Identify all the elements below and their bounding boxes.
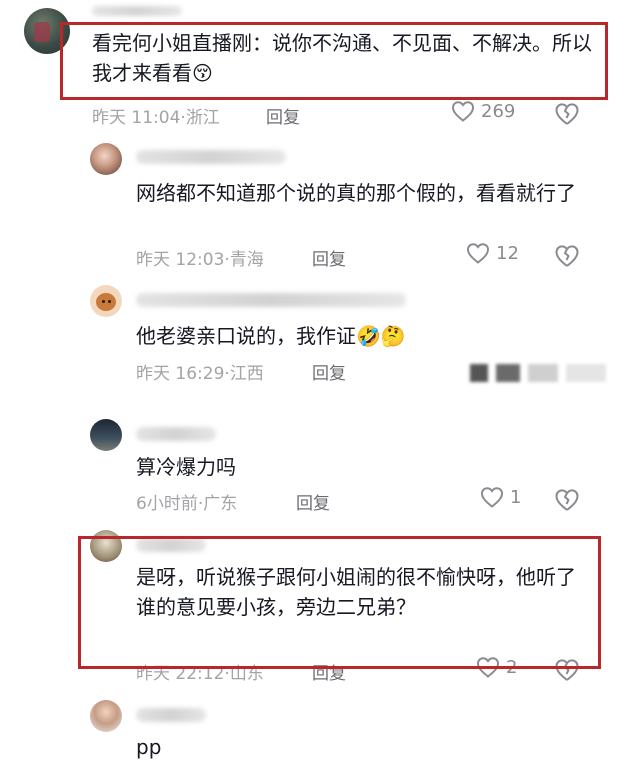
avatar[interactable]	[24, 8, 70, 54]
comment-meta: 昨天 22:12·山东	[136, 659, 264, 684]
heart-outline-icon	[466, 243, 490, 264]
avatar[interactable]	[90, 530, 122, 562]
comment-time: 6小时前	[136, 494, 198, 514]
comment-location: 浙江	[185, 108, 220, 128]
heart-outline-icon	[480, 487, 504, 508]
username-blurred[interactable]	[136, 538, 206, 552]
obscured-overlay	[470, 364, 606, 382]
avatar[interactable]	[90, 143, 122, 175]
comment-meta: 昨天 12:03·青海	[136, 245, 264, 270]
reply-button[interactable]: 回复	[312, 359, 346, 384]
like-count: 1	[510, 486, 522, 508]
dislike-button[interactable]	[554, 488, 580, 512]
reply-button[interactable]: 回复	[266, 103, 300, 128]
username-blurred[interactable]	[92, 6, 182, 16]
comment-meta: 昨天 16:29·江西	[136, 359, 264, 384]
comment-location: 江西	[229, 364, 264, 384]
reply-button[interactable]: 回复	[296, 489, 330, 514]
dislike-button[interactable]	[554, 244, 580, 268]
comment-time: 昨天 12:03	[136, 250, 225, 270]
comment-text: 看完何小姐直播刚：说你不沟通、不见面、不解决。所以我才来看看😚	[92, 31, 592, 85]
broken-heart-icon	[555, 245, 579, 267]
like-button[interactable]: 1	[480, 486, 521, 508]
avatar[interactable]	[90, 419, 122, 451]
username-blurred[interactable]	[136, 150, 286, 164]
comment-location: 山东	[229, 664, 264, 684]
comment-text: 是呀，听说猴子跟何小姐闹的很不愉快呀，他听了谁的意见要小孩，旁边二兄弟？	[136, 565, 576, 619]
like-button[interactable]: 269	[451, 100, 515, 122]
avatar[interactable]	[90, 285, 122, 317]
dislike-button[interactable]	[554, 102, 580, 126]
reply-button[interactable]: 回复	[312, 659, 346, 684]
broken-heart-icon	[555, 659, 579, 681]
dislike-button[interactable]	[554, 658, 580, 682]
comment-text: pp	[136, 735, 162, 759]
reply-button[interactable]: 回复	[312, 245, 346, 270]
comment-time: 昨天 11:04	[92, 108, 181, 128]
username-blurred[interactable]	[136, 427, 216, 441]
comment-location: 青海	[229, 250, 264, 270]
username-blurred[interactable]	[136, 708, 206, 722]
comment-text: 他老婆亲口说的，我作证🤣🤔	[136, 324, 406, 348]
comment-time: 昨天 22:12	[136, 664, 225, 684]
broken-heart-icon	[555, 489, 579, 511]
username-blurred[interactable]	[136, 293, 406, 307]
like-count: 12	[496, 242, 519, 264]
comment-meta: 6小时前·广东	[136, 489, 237, 514]
comment-text: 算冷爆力吗	[136, 455, 236, 479]
comment-time: 昨天 16:29	[136, 364, 225, 384]
avatar[interactable]	[90, 700, 122, 732]
broken-heart-icon	[555, 103, 579, 125]
comment-location: 广东	[203, 494, 238, 514]
like-count: 269	[481, 100, 516, 122]
comment-meta: 昨天 11:04·浙江	[92, 103, 220, 128]
heart-outline-icon	[476, 657, 500, 678]
heart-outline-icon	[451, 101, 475, 122]
like-button[interactable]: 12	[466, 242, 519, 264]
like-count: 2	[506, 656, 518, 678]
comment-text: 网络都不知道那个说的真的那个假的，看看就行了	[136, 181, 576, 205]
like-button[interactable]: 2	[476, 656, 517, 678]
